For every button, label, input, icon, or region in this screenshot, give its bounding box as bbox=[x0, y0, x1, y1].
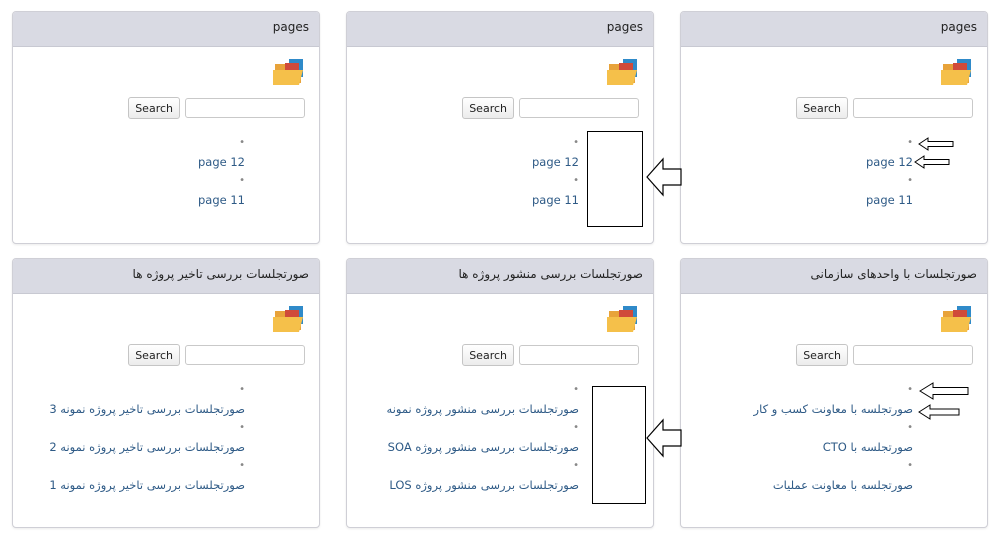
panel-title: pages bbox=[681, 12, 987, 47]
minutes-widget-left: صورتجلسات بررسی تاخیر پروژه ها Search • … bbox=[12, 258, 320, 528]
minutes-widget-middle: صورتجلسات بررسی منشور پروژه ها Search • … bbox=[346, 258, 654, 528]
search-button[interactable]: Search bbox=[128, 344, 180, 366]
pages-widget-middle: pages Search • page 12 • page 11 bbox=[346, 11, 654, 244]
page-list: • page 12 • page 11 bbox=[866, 134, 913, 210]
minutes-list: • صورتجلسات بررسی تاخیر پروژه نمونه 3 • … bbox=[49, 381, 245, 495]
list-bullet: • bbox=[573, 175, 579, 186]
list-item-link[interactable]: page 11 bbox=[198, 190, 245, 210]
search-button[interactable]: Search bbox=[796, 97, 848, 119]
list-bullet: • bbox=[907, 175, 913, 186]
minutes-list: • صورتجلسات بررسی منشور پروژه نمونه • صو… bbox=[387, 381, 579, 495]
list-item-link[interactable]: صورتجلسات بررسی تاخیر پروژه نمونه 3 bbox=[49, 399, 245, 419]
panel-title: صورتجلسات بررسی منشور پروژه ها bbox=[347, 259, 653, 294]
list-bullet: • bbox=[573, 422, 579, 433]
list-bullet: • bbox=[907, 460, 913, 471]
list-item-link[interactable]: صورتجلسات بررسی منشور پروژه نمونه bbox=[387, 399, 579, 419]
search-button[interactable]: Search bbox=[128, 97, 180, 119]
search-input[interactable] bbox=[853, 345, 973, 365]
panel-title: pages bbox=[13, 12, 319, 47]
search-button[interactable]: Search bbox=[462, 344, 514, 366]
search-row: Search bbox=[128, 96, 305, 120]
search-row: Search bbox=[796, 343, 973, 367]
list-bullet: • bbox=[907, 384, 913, 395]
search-row: Search bbox=[796, 96, 973, 120]
search-input[interactable] bbox=[185, 98, 305, 118]
search-input[interactable] bbox=[519, 98, 639, 118]
panel-title: صورتجلسات با واحدهای سازمانی bbox=[681, 259, 987, 294]
list-bullet: • bbox=[573, 137, 579, 148]
list-item-link[interactable]: صورتجلسات بررسی تاخیر پروژه نمونه 2 bbox=[49, 437, 245, 457]
search-button[interactable]: Search bbox=[462, 97, 514, 119]
folder-icon bbox=[607, 306, 637, 332]
folder-icon bbox=[273, 306, 303, 332]
search-input[interactable] bbox=[185, 345, 305, 365]
pages-widget-left: pages Search • page 12 • page 11 bbox=[12, 11, 320, 244]
list-bullet: • bbox=[239, 384, 245, 395]
folder-icon bbox=[941, 306, 971, 332]
search-row: Search bbox=[462, 343, 639, 367]
list-bullet: • bbox=[573, 384, 579, 395]
list-item-link[interactable]: page 12 bbox=[866, 152, 913, 172]
search-input[interactable] bbox=[853, 98, 973, 118]
list-item-link[interactable]: صورتجلسات بررسی منشور پروژه LOS bbox=[387, 475, 579, 495]
list-bullet: • bbox=[907, 137, 913, 148]
list-bullet: • bbox=[907, 422, 913, 433]
search-row: Search bbox=[128, 343, 305, 367]
folder-icon bbox=[607, 59, 637, 85]
list-item-link[interactable]: صورتجلسه با معاونت عملیات bbox=[754, 475, 913, 495]
list-bullet: • bbox=[239, 422, 245, 433]
list-item-link[interactable]: page 11 bbox=[532, 190, 579, 210]
panel-title: pages bbox=[347, 12, 653, 47]
list-item-link[interactable]: page 11 bbox=[866, 190, 913, 210]
list-bullet: • bbox=[239, 460, 245, 471]
pages-widget-right: pages Search • page 12 • page 11 bbox=[680, 11, 988, 244]
list-item-link[interactable]: page 12 bbox=[532, 152, 579, 172]
folder-icon bbox=[273, 59, 303, 85]
search-button[interactable]: Search bbox=[796, 344, 848, 366]
list-item-link[interactable]: صورتجلسات بررسی تاخیر پروژه نمونه 1 bbox=[49, 475, 245, 495]
list-item-link[interactable]: صورتجلسات بررسی منشور پروژه SOA bbox=[387, 437, 579, 457]
minutes-widget-right: صورتجلسات با واحدهای سازمانی Search • صو… bbox=[680, 258, 988, 528]
panel-title: صورتجلسات بررسی تاخیر پروژه ها bbox=[13, 259, 319, 294]
list-item-link[interactable]: page 12 bbox=[198, 152, 245, 172]
search-input[interactable] bbox=[519, 345, 639, 365]
page-list: • page 12 • page 11 bbox=[198, 134, 245, 210]
page-list: • page 12 • page 11 bbox=[532, 134, 579, 210]
folder-icon bbox=[941, 59, 971, 85]
search-row: Search bbox=[462, 96, 639, 120]
minutes-list: • صورتجلسه با معاونت کسب و کار • صورتجلس… bbox=[754, 381, 913, 495]
list-bullet: • bbox=[239, 175, 245, 186]
list-bullet: • bbox=[239, 137, 245, 148]
list-item-link[interactable]: صورتجلسه با معاونت کسب و کار bbox=[754, 399, 913, 419]
list-bullet: • bbox=[573, 460, 579, 471]
list-item-link[interactable]: صورتجلسه با CTO bbox=[754, 437, 913, 457]
